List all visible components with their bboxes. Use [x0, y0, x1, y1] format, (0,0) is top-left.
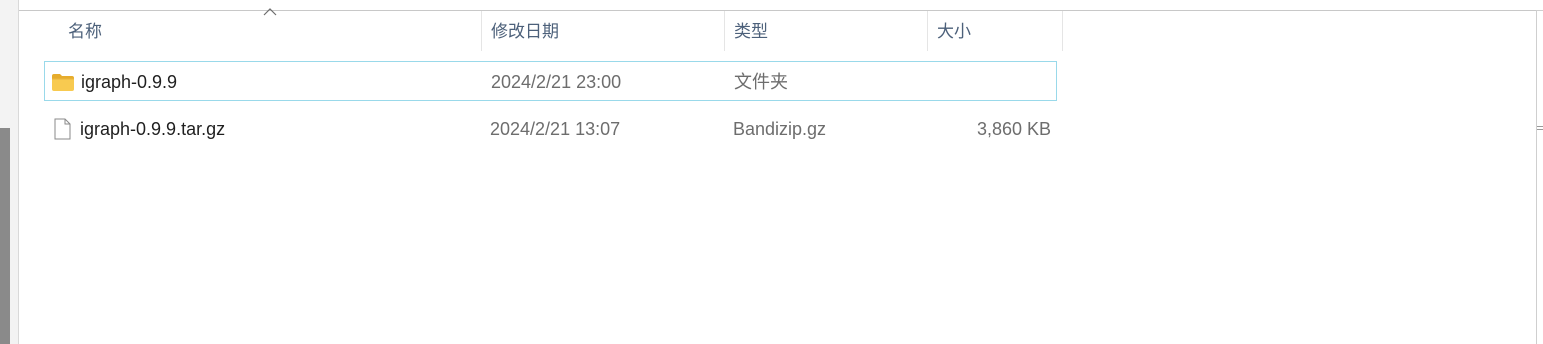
folder-icon [52, 74, 74, 91]
file-date-modified: 2024/2/21 13:07 [490, 119, 621, 139]
file-row[interactable]: igraph-0.9.9.tar.gz 2024/2/21 13:07 Band… [44, 109, 1057, 149]
file-icon [54, 118, 71, 140]
file-date-modified: 2024/2/21 23:00 [491, 72, 622, 92]
column-header-bar: 名称 修改日期 类型 大小 [19, 8, 1063, 51]
file-name[interactable]: igraph-0.9.9 [81, 62, 177, 102]
details-right-border [1536, 10, 1537, 344]
file-row-selected[interactable]: igraph-0.9.9 2024/2/21 23:00 文件夹 [44, 61, 1057, 101]
navigation-pane-scrollbar[interactable] [0, 128, 10, 344]
column-separator[interactable] [724, 11, 725, 51]
resize-grip[interactable] [1537, 126, 1543, 134]
column-header-type[interactable]: 类型 [734, 11, 926, 51]
column-header-name[interactable]: 名称 [68, 11, 480, 51]
column-separator[interactable] [481, 11, 482, 51]
column-separator[interactable] [927, 11, 928, 51]
pane-divider[interactable] [18, 0, 19, 344]
column-header-size[interactable]: 大小 [937, 11, 1061, 51]
file-size: 3,860 KB [976, 119, 1051, 139]
right-border-tick [1536, 10, 1543, 11]
column-header-date-modified[interactable]: 修改日期 [491, 11, 723, 51]
column-separator[interactable] [1062, 11, 1063, 51]
file-type: Bandizip.gz [733, 119, 827, 139]
file-type: 文件夹 [734, 72, 788, 92]
file-name[interactable]: igraph-0.9.9.tar.gz [80, 109, 225, 149]
